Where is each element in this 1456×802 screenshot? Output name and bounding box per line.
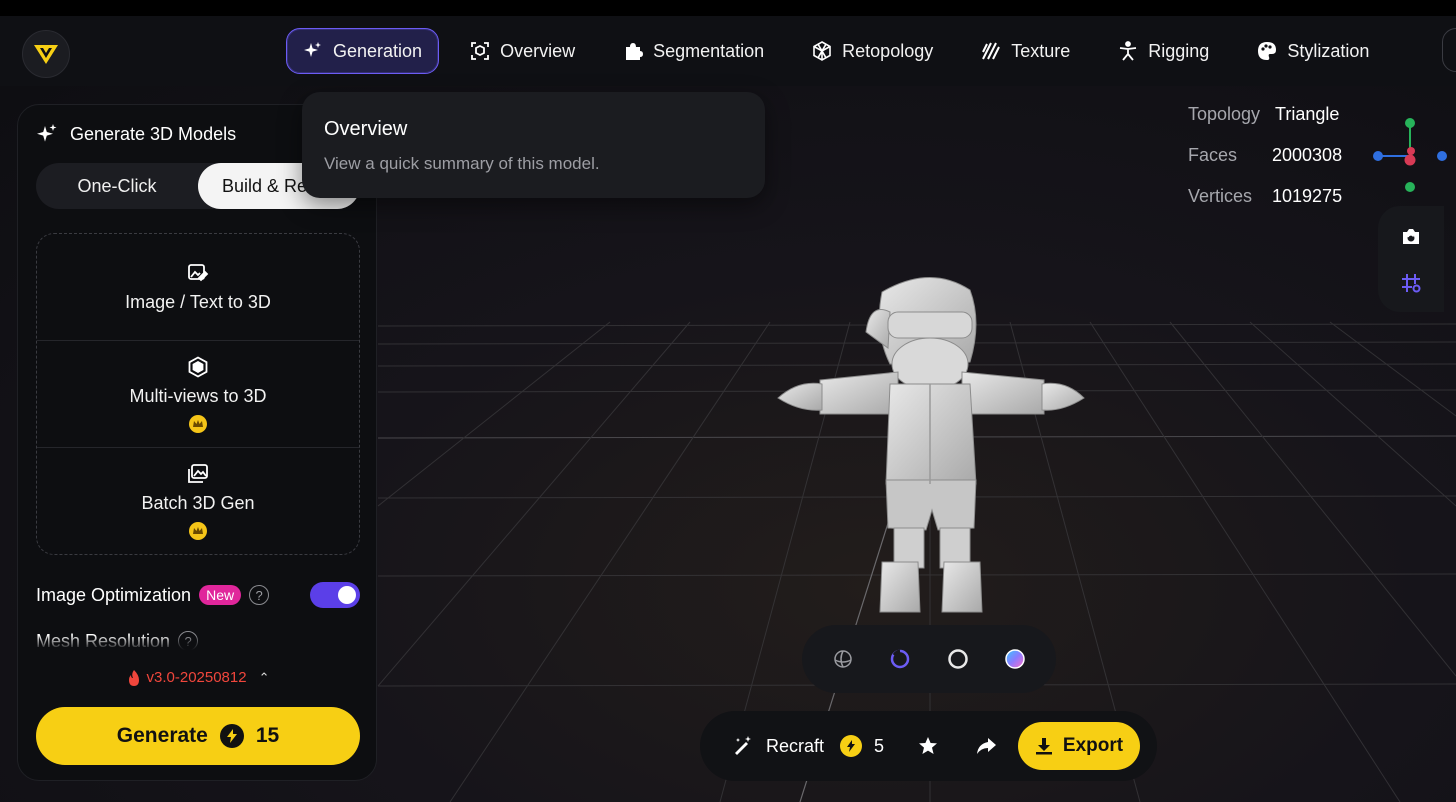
tab-texture[interactable]: Texture [964, 28, 1087, 74]
new-badge: New [199, 585, 242, 605]
palette-icon [1258, 42, 1277, 60]
generate-cost: 15 [255, 724, 280, 747]
share-arrow-icon [977, 738, 997, 754]
export-label: Export [1062, 735, 1124, 756]
clay-mode-icon[interactable] [888, 647, 912, 671]
texture-mode-icon[interactable] [1003, 647, 1027, 671]
stat-topology: Topology Triangle [1188, 104, 1339, 125]
generation-panel: Generate 3D Models One-Click Build & Ref… [17, 104, 377, 781]
option-label: Batch 3D Gen [141, 493, 255, 513]
viewport-tools [1378, 206, 1444, 312]
overview-tooltip: Overview View a quick summary of this mo… [302, 92, 765, 198]
topology-label: Topology [1188, 104, 1261, 124]
image-optimization-toggle[interactable] [310, 582, 360, 608]
mesh-cube-icon [813, 41, 831, 61]
tooltip-description: View a quick summary of this model. [324, 154, 600, 173]
render-mode-selector [802, 625, 1056, 693]
top-strip [0, 0, 1456, 16]
stripes-icon [982, 42, 1001, 60]
cube-icon [188, 356, 208, 378]
character-model[interactable] [770, 272, 1090, 617]
share-button[interactable] [974, 734, 998, 758]
divider [37, 340, 359, 341]
stat-vertices: Vertices 1019275 [1188, 186, 1342, 207]
version-label: v3.0-20250812 [146, 669, 247, 686]
tab-overview-label: Overview [500, 40, 576, 61]
star-icon [919, 737, 938, 754]
scroll-fade [18, 635, 376, 655]
tab-segmentation[interactable]: Segmentation [606, 28, 781, 74]
tab-overview[interactable]: Overview [453, 28, 592, 74]
faces-value: 2000308 [1272, 145, 1343, 165]
bolt-icon [219, 724, 244, 748]
recraft-label: Recraft [766, 735, 825, 756]
vertices-label: Vertices [1188, 186, 1253, 206]
generate-label: Generate [116, 724, 208, 747]
image-edit-icon [188, 264, 209, 282]
favorite-button[interactable] [916, 734, 940, 758]
faces-label: Faces [1188, 145, 1238, 165]
crown-icon [189, 415, 207, 433]
export-button[interactable]: Export [1018, 722, 1140, 770]
cube-frame-icon [471, 42, 489, 60]
top-navigation-bar: Generation Overview Segmentation Retopol… [0, 16, 1456, 86]
model-action-bar: Recraft 5 Export [700, 711, 1157, 781]
tab-segmentation-label: Segmentation [653, 40, 765, 61]
tab-rigging-label: Rigging [1148, 40, 1210, 61]
option-image-text-to-3d[interactable]: Image / Text to 3D [37, 262, 359, 313]
crown-icon [189, 522, 207, 540]
bolt-icon [840, 735, 863, 757]
main-tabs: Generation Overview Segmentation Retopol… [286, 28, 1400, 74]
tab-generation[interactable]: Generation [286, 28, 440, 74]
magic-wand-icon [735, 736, 751, 755]
tab-texture-label: Texture [1011, 40, 1071, 61]
axis-gizmo-icon[interactable] [1370, 114, 1450, 194]
recraft-cost: 5 [874, 735, 885, 756]
panel-header: Generate 3D Models [36, 123, 236, 145]
option-multi-views-to-3d[interactable]: Multi-views to 3D [37, 356, 359, 433]
sparkle-icon [37, 124, 57, 142]
image-optimization-row: Image Optimization New ? [36, 581, 360, 609]
flame-icon [128, 669, 139, 686]
nav-overflow-button[interactable] [1442, 28, 1456, 72]
images-icon [188, 464, 208, 483]
topology-value: Triangle [1275, 104, 1340, 124]
panel-title: Generate 3D Models [70, 123, 237, 144]
figure-icon [1120, 41, 1137, 61]
solid-mode-icon[interactable] [946, 647, 970, 671]
help-icon[interactable]: ? [249, 585, 270, 605]
download-icon [1035, 738, 1052, 755]
grid-snap-icon[interactable] [1400, 272, 1422, 294]
chevron-up-icon: ⌃ [258, 669, 270, 685]
puzzle-icon [626, 43, 644, 60]
mode-one-click[interactable]: One-Click [36, 163, 198, 209]
tab-rigging[interactable]: Rigging [1101, 28, 1226, 74]
vertices-value: 1019275 [1272, 186, 1343, 206]
tooltip-title: Overview [324, 118, 408, 140]
generation-options: Image / Text to 3D Multi-views to 3D Bat… [36, 233, 360, 555]
option-batch-3d-gen[interactable]: Batch 3D Gen [37, 463, 359, 540]
tab-retopology-label: Retopology [842, 40, 934, 61]
option-label: Multi-views to 3D [129, 386, 267, 406]
version-selector[interactable]: v3.0-20250812 ⌃ [18, 669, 376, 686]
tab-retopology[interactable]: Retopology [795, 28, 950, 74]
tab-generation-label: Generation [333, 40, 423, 61]
sparkle-icon [304, 42, 321, 57]
image-optimization-label: Image Optimization [36, 584, 192, 605]
divider [37, 447, 359, 448]
wireframe-sphere-icon[interactable] [831, 647, 855, 671]
generate-button[interactable]: Generate 15 [36, 707, 360, 765]
option-label: Image / Text to 3D [125, 292, 271, 312]
recraft-button[interactable]: Recraft 5 [732, 735, 884, 757]
camera-reset-icon[interactable] [1400, 226, 1422, 248]
logo-icon[interactable] [22, 30, 70, 78]
tab-stylization-label: Stylization [1287, 40, 1370, 61]
stat-faces: Faces 2000308 [1188, 145, 1342, 166]
tab-stylization[interactable]: Stylization [1240, 28, 1386, 74]
